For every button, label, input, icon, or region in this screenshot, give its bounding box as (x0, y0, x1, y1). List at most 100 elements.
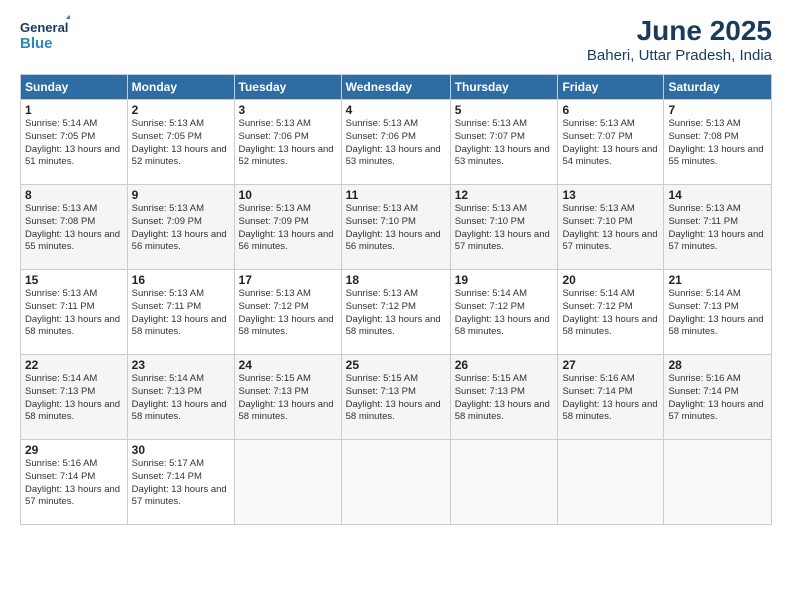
col-monday: Monday (127, 75, 234, 100)
svg-text:General: General (20, 20, 68, 35)
calendar-cell: 22 Sunrise: 5:14 AM Sunset: 7:13 PM Dayl… (21, 355, 128, 440)
day-info: Sunrise: 5:13 AM Sunset: 7:12 PM Dayligh… (346, 288, 446, 339)
day-number: 10 (239, 188, 337, 202)
day-info: Sunrise: 5:13 AM Sunset: 7:10 PM Dayligh… (562, 203, 659, 254)
calendar-row: 22 Sunrise: 5:14 AM Sunset: 7:13 PM Dayl… (21, 355, 772, 440)
day-info: Sunrise: 5:13 AM Sunset: 7:06 PM Dayligh… (346, 118, 446, 169)
day-number: 29 (25, 443, 123, 457)
day-info: Sunrise: 5:13 AM Sunset: 7:11 PM Dayligh… (25, 288, 123, 339)
day-number: 5 (455, 103, 554, 117)
calendar-cell: 26 Sunrise: 5:15 AM Sunset: 7:13 PM Dayl… (450, 355, 558, 440)
calendar-row: 1 Sunrise: 5:14 AM Sunset: 7:05 PM Dayli… (21, 100, 772, 185)
day-info: Sunrise: 5:13 AM Sunset: 7:06 PM Dayligh… (239, 118, 337, 169)
calendar-cell: 20 Sunrise: 5:14 AM Sunset: 7:12 PM Dayl… (558, 270, 664, 355)
calendar-cell: 9 Sunrise: 5:13 AM Sunset: 7:09 PM Dayli… (127, 185, 234, 270)
location-title: Baheri, Uttar Pradesh, India (587, 47, 772, 64)
day-number: 30 (132, 443, 230, 457)
day-info: Sunrise: 5:13 AM Sunset: 7:11 PM Dayligh… (668, 203, 767, 254)
day-number: 25 (346, 358, 446, 372)
day-info: Sunrise: 5:13 AM Sunset: 7:11 PM Dayligh… (132, 288, 230, 339)
day-info: Sunrise: 5:14 AM Sunset: 7:05 PM Dayligh… (25, 118, 123, 169)
day-number: 22 (25, 358, 123, 372)
day-info: Sunrise: 5:13 AM Sunset: 7:05 PM Dayligh… (132, 118, 230, 169)
day-info: Sunrise: 5:13 AM Sunset: 7:09 PM Dayligh… (239, 203, 337, 254)
day-number: 19 (455, 273, 554, 287)
day-number: 24 (239, 358, 337, 372)
calendar-cell: 4 Sunrise: 5:13 AM Sunset: 7:06 PM Dayli… (341, 100, 450, 185)
calendar-cell (450, 440, 558, 525)
col-friday: Friday (558, 75, 664, 100)
month-year-title: June 2025 (587, 15, 772, 47)
day-number: 11 (346, 188, 446, 202)
calendar-cell: 19 Sunrise: 5:14 AM Sunset: 7:12 PM Dayl… (450, 270, 558, 355)
calendar-cell: 2 Sunrise: 5:13 AM Sunset: 7:05 PM Dayli… (127, 100, 234, 185)
calendar-cell: 6 Sunrise: 5:13 AM Sunset: 7:07 PM Dayli… (558, 100, 664, 185)
day-number: 4 (346, 103, 446, 117)
day-number: 13 (562, 188, 659, 202)
calendar-cell: 29 Sunrise: 5:16 AM Sunset: 7:14 PM Dayl… (21, 440, 128, 525)
day-info: Sunrise: 5:14 AM Sunset: 7:12 PM Dayligh… (455, 288, 554, 339)
calendar-cell: 14 Sunrise: 5:13 AM Sunset: 7:11 PM Dayl… (664, 185, 772, 270)
calendar-cell: 5 Sunrise: 5:13 AM Sunset: 7:07 PM Dayli… (450, 100, 558, 185)
calendar-cell: 27 Sunrise: 5:16 AM Sunset: 7:14 PM Dayl… (558, 355, 664, 440)
day-info: Sunrise: 5:13 AM Sunset: 7:10 PM Dayligh… (346, 203, 446, 254)
day-number: 26 (455, 358, 554, 372)
day-info: Sunrise: 5:15 AM Sunset: 7:13 PM Dayligh… (346, 373, 446, 424)
header: General Blue June 2025 Baheri, Uttar Pra… (20, 15, 772, 64)
logo-svg: General Blue (20, 15, 70, 55)
col-tuesday: Tuesday (234, 75, 341, 100)
calendar-cell: 11 Sunrise: 5:13 AM Sunset: 7:10 PM Dayl… (341, 185, 450, 270)
day-number: 20 (562, 273, 659, 287)
calendar-cell (234, 440, 341, 525)
calendar-cell: 18 Sunrise: 5:13 AM Sunset: 7:12 PM Dayl… (341, 270, 450, 355)
page: General Blue June 2025 Baheri, Uttar Pra… (0, 0, 792, 612)
day-info: Sunrise: 5:13 AM Sunset: 7:07 PM Dayligh… (455, 118, 554, 169)
day-info: Sunrise: 5:13 AM Sunset: 7:08 PM Dayligh… (668, 118, 767, 169)
col-wednesday: Wednesday (341, 75, 450, 100)
svg-text:Blue: Blue (20, 35, 53, 52)
calendar-cell: 25 Sunrise: 5:15 AM Sunset: 7:13 PM Dayl… (341, 355, 450, 440)
calendar-table: Sunday Monday Tuesday Wednesday Thursday… (20, 74, 772, 525)
day-info: Sunrise: 5:13 AM Sunset: 7:08 PM Dayligh… (25, 203, 123, 254)
calendar-cell: 28 Sunrise: 5:16 AM Sunset: 7:14 PM Dayl… (664, 355, 772, 440)
title-block: June 2025 Baheri, Uttar Pradesh, India (587, 15, 772, 64)
day-number: 17 (239, 273, 337, 287)
calendar-header-row: Sunday Monday Tuesday Wednesday Thursday… (21, 75, 772, 100)
calendar-cell (664, 440, 772, 525)
col-saturday: Saturday (664, 75, 772, 100)
day-number: 3 (239, 103, 337, 117)
day-number: 9 (132, 188, 230, 202)
calendar-cell (558, 440, 664, 525)
day-info: Sunrise: 5:16 AM Sunset: 7:14 PM Dayligh… (562, 373, 659, 424)
day-info: Sunrise: 5:16 AM Sunset: 7:14 PM Dayligh… (668, 373, 767, 424)
day-number: 18 (346, 273, 446, 287)
calendar-cell: 30 Sunrise: 5:17 AM Sunset: 7:14 PM Dayl… (127, 440, 234, 525)
day-info: Sunrise: 5:13 AM Sunset: 7:10 PM Dayligh… (455, 203, 554, 254)
day-info: Sunrise: 5:13 AM Sunset: 7:12 PM Dayligh… (239, 288, 337, 339)
day-info: Sunrise: 5:14 AM Sunset: 7:12 PM Dayligh… (562, 288, 659, 339)
day-number: 21 (668, 273, 767, 287)
calendar-cell: 10 Sunrise: 5:13 AM Sunset: 7:09 PM Dayl… (234, 185, 341, 270)
calendar-cell: 15 Sunrise: 5:13 AM Sunset: 7:11 PM Dayl… (21, 270, 128, 355)
day-number: 7 (668, 103, 767, 117)
day-number: 16 (132, 273, 230, 287)
day-info: Sunrise: 5:15 AM Sunset: 7:13 PM Dayligh… (455, 373, 554, 424)
day-number: 6 (562, 103, 659, 117)
calendar-cell: 12 Sunrise: 5:13 AM Sunset: 7:10 PM Dayl… (450, 185, 558, 270)
col-sunday: Sunday (21, 75, 128, 100)
calendar-cell: 1 Sunrise: 5:14 AM Sunset: 7:05 PM Dayli… (21, 100, 128, 185)
day-info: Sunrise: 5:13 AM Sunset: 7:07 PM Dayligh… (562, 118, 659, 169)
calendar-cell (341, 440, 450, 525)
day-number: 2 (132, 103, 230, 117)
calendar-row: 29 Sunrise: 5:16 AM Sunset: 7:14 PM Dayl… (21, 440, 772, 525)
calendar-cell: 24 Sunrise: 5:15 AM Sunset: 7:13 PM Dayl… (234, 355, 341, 440)
calendar-row: 15 Sunrise: 5:13 AM Sunset: 7:11 PM Dayl… (21, 270, 772, 355)
day-info: Sunrise: 5:16 AM Sunset: 7:14 PM Dayligh… (25, 458, 123, 509)
day-number: 15 (25, 273, 123, 287)
day-info: Sunrise: 5:14 AM Sunset: 7:13 PM Dayligh… (132, 373, 230, 424)
calendar-row: 8 Sunrise: 5:13 AM Sunset: 7:08 PM Dayli… (21, 185, 772, 270)
calendar-cell: 8 Sunrise: 5:13 AM Sunset: 7:08 PM Dayli… (21, 185, 128, 270)
calendar-cell: 16 Sunrise: 5:13 AM Sunset: 7:11 PM Dayl… (127, 270, 234, 355)
calendar-cell: 23 Sunrise: 5:14 AM Sunset: 7:13 PM Dayl… (127, 355, 234, 440)
day-info: Sunrise: 5:13 AM Sunset: 7:09 PM Dayligh… (132, 203, 230, 254)
